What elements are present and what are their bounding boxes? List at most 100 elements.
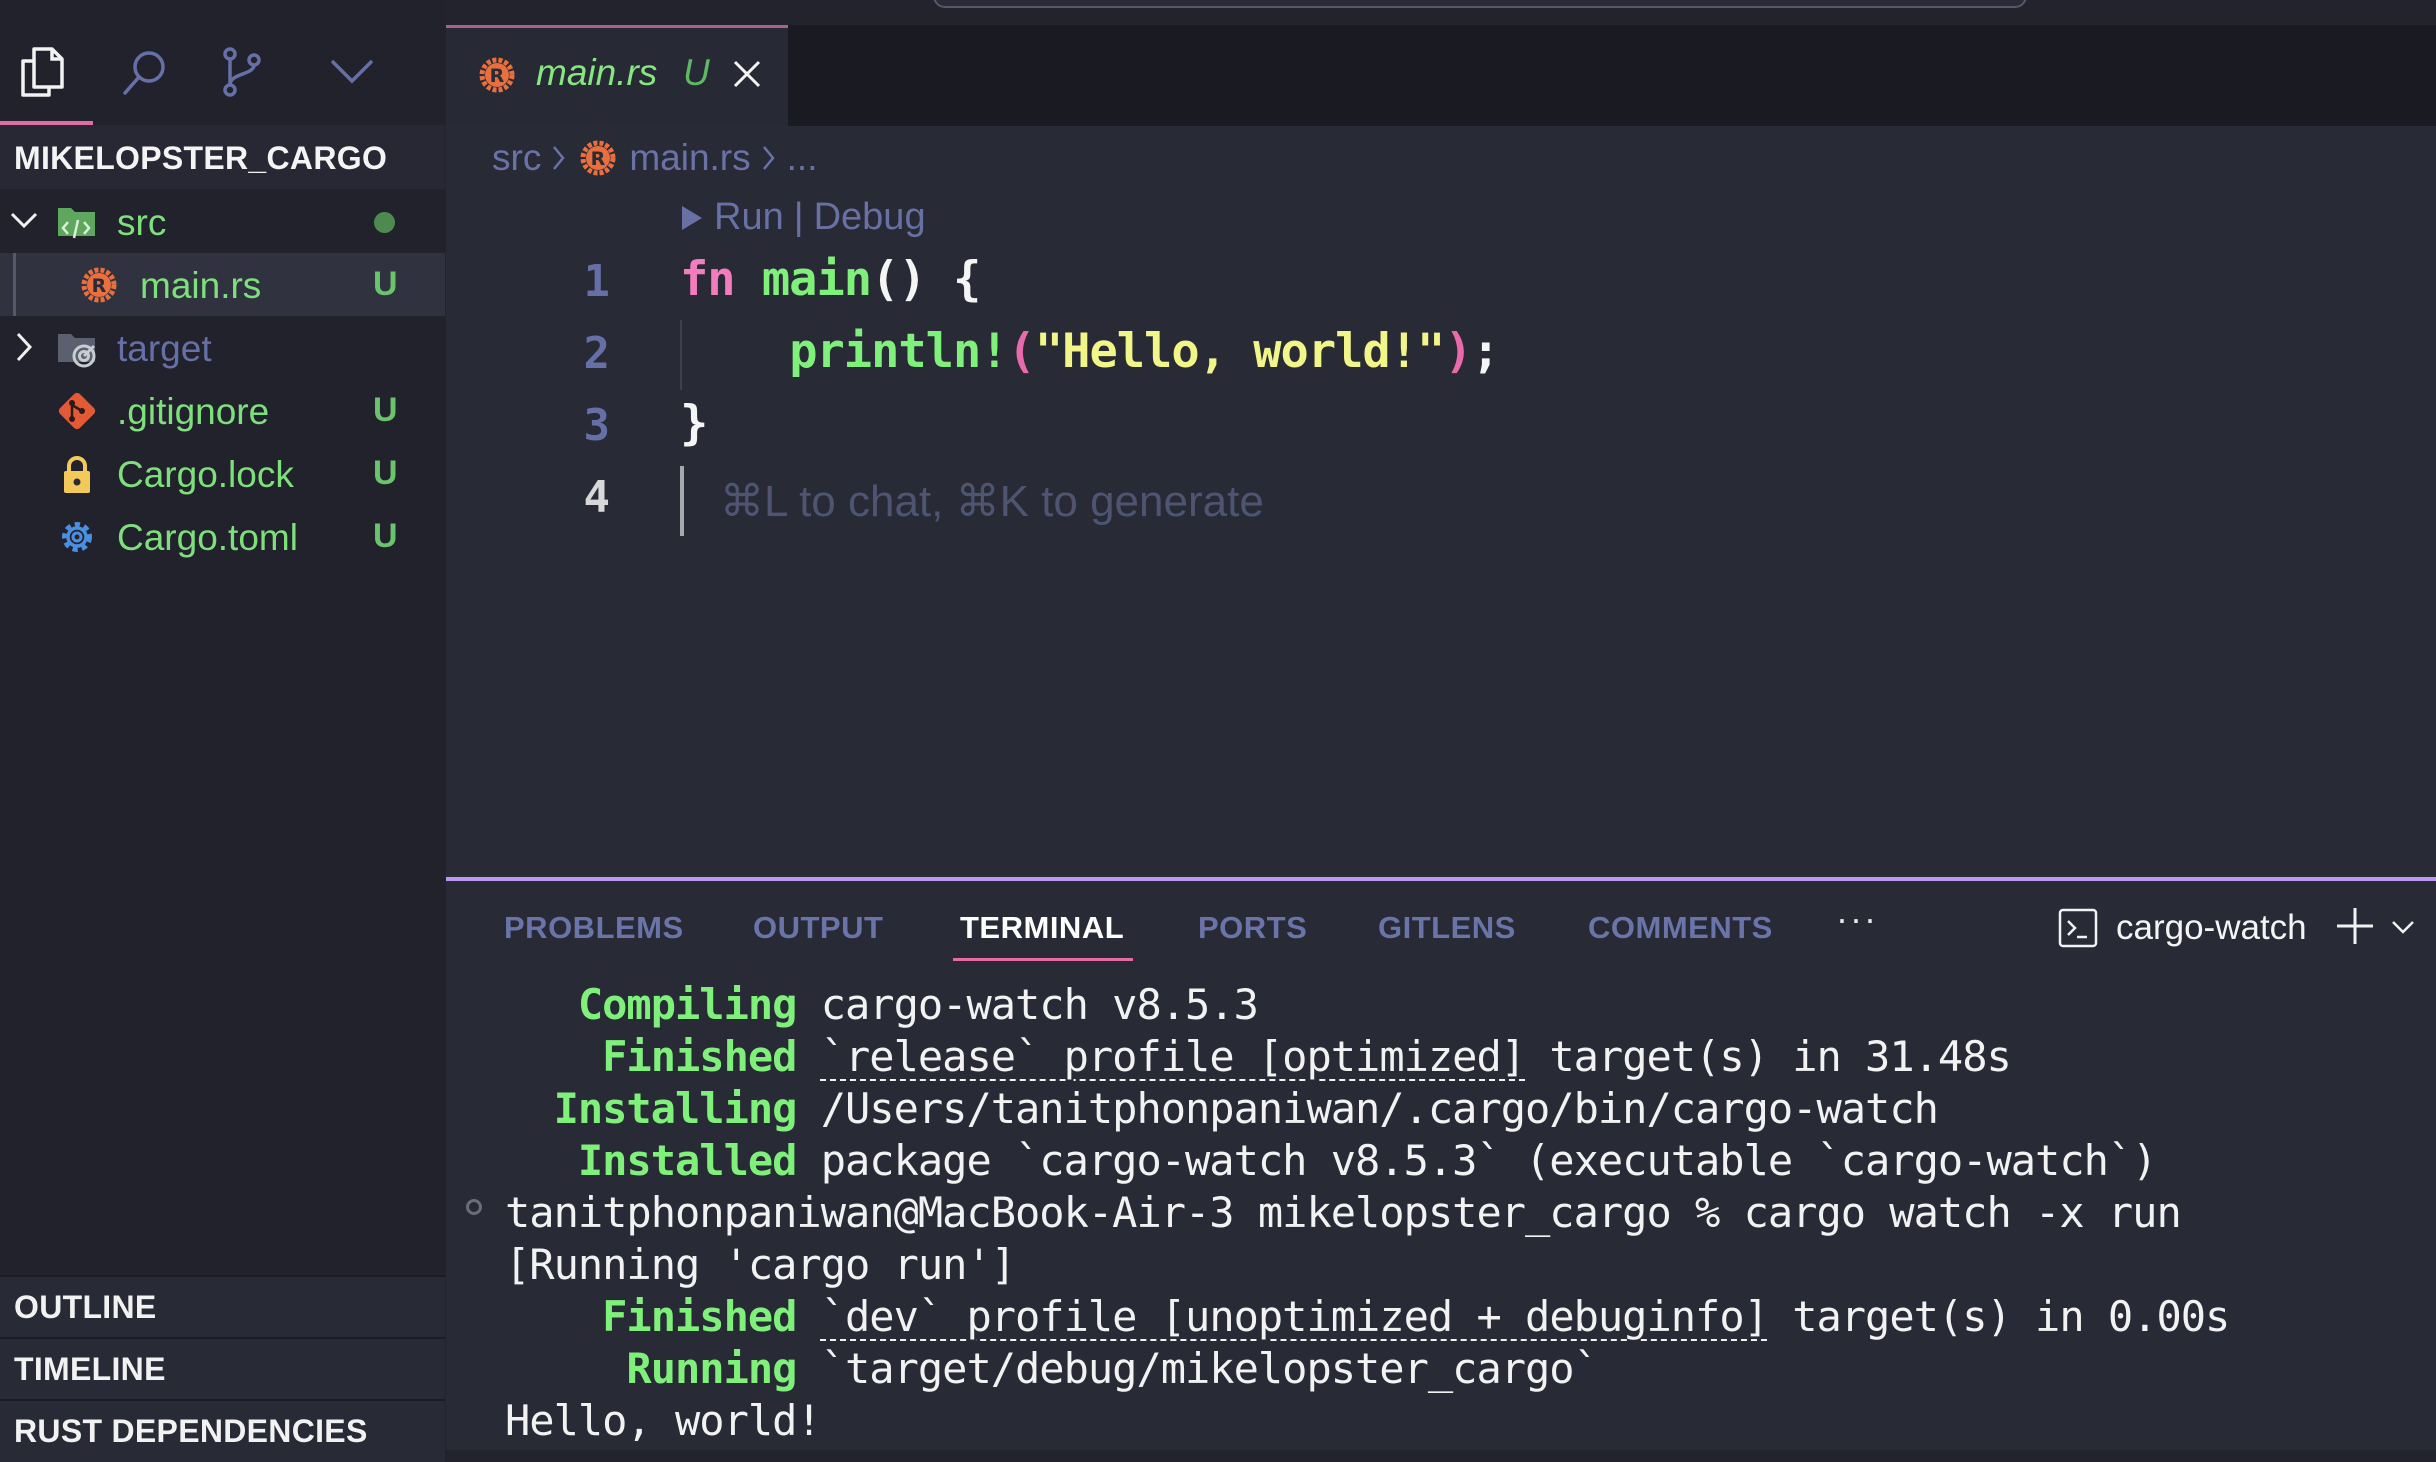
codelens-run[interactable]: Run [714, 196, 784, 239]
chevron-down-icon [10, 212, 38, 229]
string-literal: "Hello, world!" [1034, 324, 1445, 379]
modified-dot [374, 212, 395, 233]
more-tabs-button[interactable]: ··· [1836, 898, 1878, 940]
semicolon: ; [1471, 324, 1500, 379]
tree-item-gitignore[interactable]: .gitignore U [0, 379, 445, 442]
terminal-line: Installing /Users/tanitphonpaniwan/.carg… [505, 1084, 1939, 1133]
section-timeline[interactable]: TIMELINE [0, 1337, 445, 1400]
line-text: /Users/tanitphonpaniwan/.cargo/bin/cargo… [796, 1084, 1939, 1133]
line-text: cargo-watch v8.5.3 [796, 980, 1259, 1029]
section-rust-dependencies[interactable]: RUST DEPENDENCIES [0, 1399, 445, 1462]
tree-item-label: Cargo.lock [117, 454, 294, 495]
command-decoration-icon[interactable] [466, 1199, 482, 1215]
tree-item-target[interactable]: target [0, 316, 445, 379]
tab-output[interactable]: OUTPUT [753, 910, 883, 946]
tab-problems[interactable]: PROBLEMS [504, 910, 684, 946]
line-text: target(s) in 0.00s [1767, 1292, 2230, 1341]
terminal-line: Running `target/debug/mikelopster_cargo` [505, 1344, 1598, 1393]
section-label: RUST DEPENDENCIES [14, 1413, 368, 1449]
tree-item-label: target [117, 328, 212, 369]
tree-item-label: .gitignore [117, 391, 270, 432]
ai-hint-placeholder: ⌘L to chat, ⌘K to generate [720, 477, 1264, 526]
breadcrumb: src R main.rs ... [492, 136, 817, 180]
status-word: Finished [505, 1032, 797, 1081]
tab-terminal[interactable]: TERMINAL [960, 910, 1124, 946]
active-tab-indicator [953, 958, 1133, 961]
explorer-icon[interactable] [14, 44, 70, 100]
line-text: package `cargo-watch v8.5.3` (executable… [796, 1136, 2158, 1185]
section-label: TIMELINE [14, 1351, 166, 1387]
indent-guide [13, 253, 16, 316]
source-control-icon[interactable] [214, 44, 270, 100]
tab-comments[interactable]: COMMENTS [1588, 910, 1773, 946]
prompt-text: tanitphonpaniwan@MacBook-Air-3 mikelopst… [505, 1188, 2182, 1237]
close-icon[interactable] [730, 54, 764, 94]
line-text: target(s) in 31.48s [1525, 1032, 2011, 1081]
folder-src-icon [58, 208, 95, 239]
program-output: Hello, world! [505, 1396, 822, 1445]
tree-item-cargo-lock[interactable]: Cargo.lock U [0, 442, 445, 505]
untracked-badge: U [373, 454, 398, 492]
status-word: Finished [505, 1292, 797, 1341]
command-center-search[interactable] [933, 0, 2027, 8]
terminal-line: [Running 'cargo run'] [505, 1240, 1016, 1289]
tree-item-src[interactable]: src [0, 190, 445, 253]
rust-icon: R [81, 267, 117, 303]
codelens-separator: | [793, 196, 804, 238]
tab-ports[interactable]: PORTS [1198, 910, 1307, 946]
chevron-right-icon [762, 146, 775, 170]
status-word: Compiling [505, 980, 798, 1029]
line-text: `target/debug/mikelopster_cargo` [796, 1344, 1599, 1393]
untracked-badge: U [373, 265, 398, 303]
git-icon [58, 392, 96, 430]
activity-bar [0, 0, 445, 125]
terminal-line: Hello, world! [505, 1396, 822, 1445]
status-word: Installed [505, 1136, 798, 1185]
breadcrumb-symbols[interactable]: ... [787, 137, 818, 179]
code-text: () { [871, 252, 981, 307]
search-icon[interactable] [116, 44, 172, 100]
terminal-instance-name[interactable]: cargo-watch [2116, 908, 2307, 948]
chevron-down-icon[interactable] [2390, 916, 2416, 938]
lock-icon [64, 456, 90, 493]
function-name: main [761, 252, 872, 307]
breadcrumb-main-rs[interactable]: main.rs [629, 137, 750, 179]
profile-text: `release` profile [optimized] [820, 1032, 1526, 1081]
paren-open: ( [1007, 324, 1036, 379]
rust-icon: R [580, 140, 616, 176]
tree-item-label: Cargo.toml [117, 517, 298, 558]
tree-item-cargo-toml[interactable]: Cargo.toml U [0, 505, 445, 568]
text-cursor [680, 466, 684, 536]
macro-name: println! [789, 324, 1008, 379]
terminal-line: Compiling cargo-watch v8.5.3 [505, 980, 1259, 1029]
tab-untracked-badge: U [683, 52, 710, 93]
add-terminal-icon[interactable] [2334, 905, 2376, 947]
svg-text:R: R [490, 65, 505, 87]
code-line-2[interactable]: println!("Hello, world!"); [680, 324, 1500, 379]
codelens-debug[interactable]: Debug [814, 196, 926, 239]
chevron-right-icon [553, 146, 565, 170]
tab-label: main.rs [536, 52, 658, 93]
explorer-title: MIKELOPSTER_CARGO [14, 140, 388, 176]
rust-icon: R [479, 57, 515, 93]
breadcrumb-src[interactable]: src [492, 137, 541, 179]
more-views-chevron-icon[interactable] [324, 44, 380, 100]
tree-item-main-rs[interactable]: R main.rs U [0, 253, 445, 316]
svg-text:R: R [92, 275, 107, 297]
line-number: 2 [583, 328, 611, 379]
code-line-3[interactable]: } [680, 396, 708, 451]
line-number: 4 [583, 472, 611, 523]
line-number: 1 [583, 256, 611, 307]
status-word: Running [505, 1344, 797, 1393]
line-text: [Running 'cargo run'] [505, 1240, 1016, 1289]
terminal-line: Finished `dev` profile [unoptimized + de… [505, 1292, 2230, 1341]
chevron-right-icon [16, 332, 33, 362]
gear-icon [62, 522, 92, 552]
tab-gitlens[interactable]: GITLENS [1378, 910, 1516, 946]
code-text: } [680, 396, 708, 451]
play-icon [682, 205, 702, 230]
status-word: Installing [505, 1084, 798, 1133]
code-line-1[interactable]: fn main() { [680, 252, 981, 307]
section-outline[interactable]: OUTLINE [0, 1275, 445, 1338]
